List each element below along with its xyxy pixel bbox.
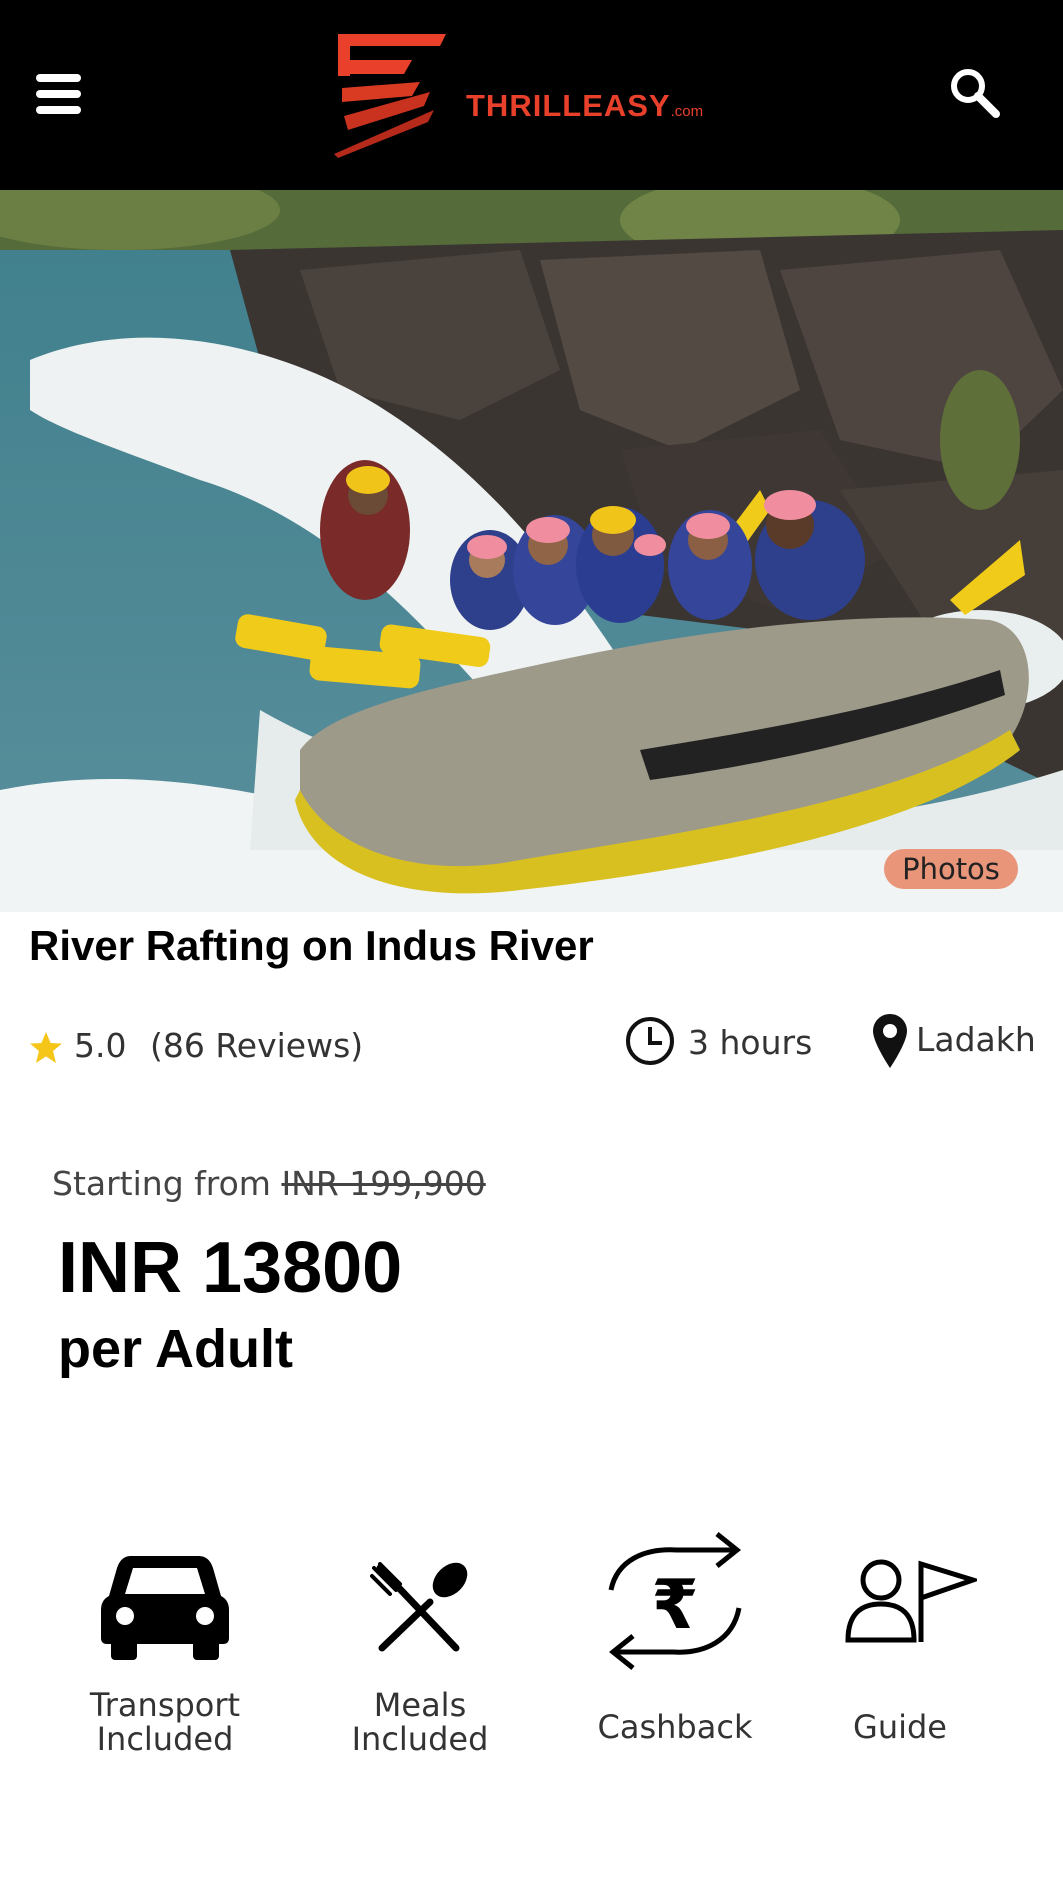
fork-spoon-icon [370,1562,468,1652]
starting-from: Starting from INR 199,900 [52,1164,486,1203]
hero-image[interactable] [0,190,1063,912]
logo-mark-icon [334,34,446,158]
reviews-count[interactable]: (86 Reviews) [150,1026,363,1065]
car-icon [101,1556,229,1660]
rating-score: 5.0 [74,1026,127,1065]
star-icon [30,1032,62,1063]
feature-meals[interactable]: Meals Included [315,1530,525,1770]
feature-guide[interactable]: Guide [795,1530,1005,1770]
rafting-scene [0,190,1063,912]
feature-cashback[interactable]: ₹ Cashback [570,1530,780,1770]
photos-button[interactable]: Photos [884,849,1018,889]
guide-flag-icon [845,1559,977,1643]
logo-text: THRILLEASY.com [466,88,704,123]
activity-title: River Rafting on Indus River [29,922,594,969]
app-header: THRILLEASY.com [0,0,1063,190]
feature-transport[interactable]: Transport Included [60,1530,270,1770]
feature-transport-label: Transport Included [89,1686,241,1758]
rupee-exchange-icon: ₹ [608,1532,742,1670]
menu-icon[interactable] [36,74,81,114]
location-text: Ladakh [916,1020,1036,1059]
feature-guide-label: Guide [853,1708,947,1746]
clock-icon [626,1017,674,1065]
search-icon[interactable] [948,66,1002,120]
thrilleasy-logo[interactable]: THRILLEASY.com [334,30,734,160]
price: INR 13800 [58,1228,403,1308]
original-price: INR 199,900 [281,1164,486,1203]
price-unit: per Adult [58,1319,293,1379]
duration-text: 3 hours [688,1023,813,1062]
feature-meals-label: Meals Included [351,1686,489,1758]
starting-prefix: Starting from [52,1164,271,1203]
map-pin-icon [873,1014,907,1068]
feature-cashback-label: Cashback [597,1708,753,1746]
svg-text:₹: ₹ [651,1566,698,1645]
